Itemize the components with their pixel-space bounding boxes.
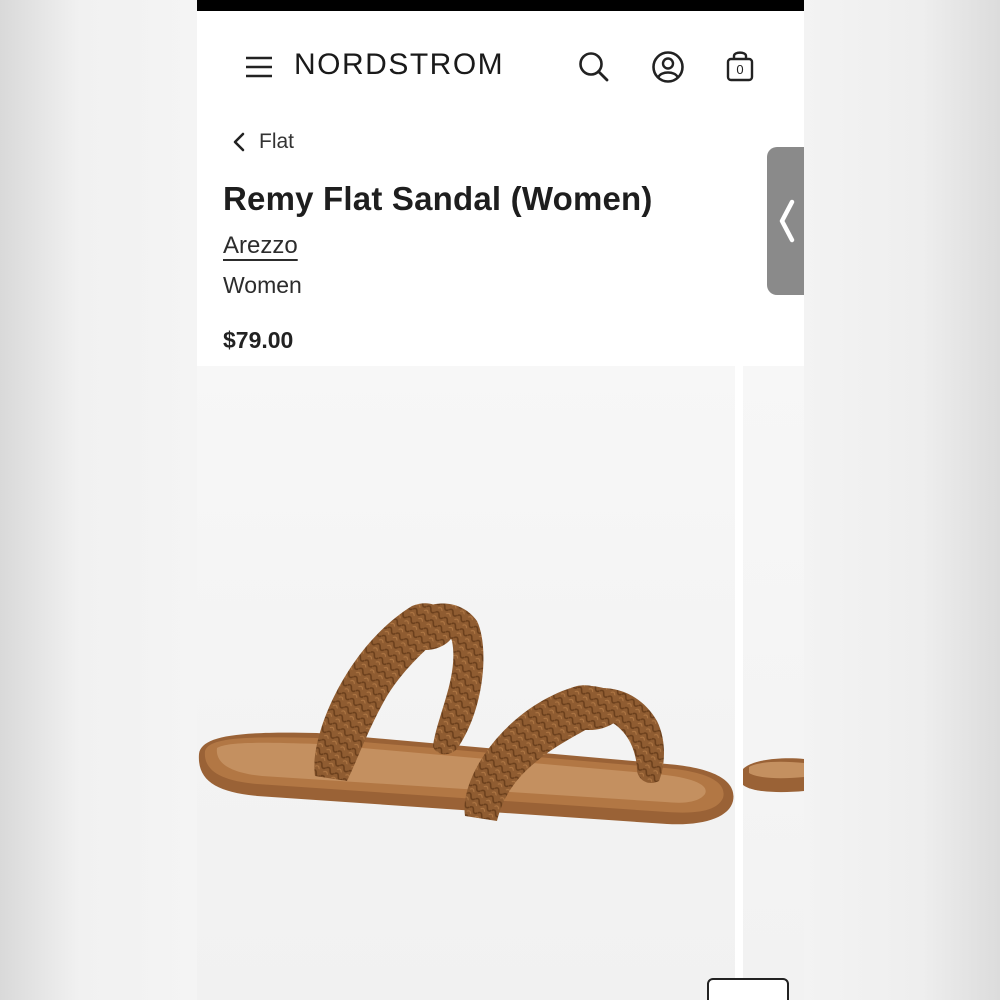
shopping-bag-icon[interactable]: 0	[725, 49, 759, 83]
background-right	[804, 0, 1000, 1000]
product-title: Remy Flat Sandal (Women)	[223, 180, 653, 217]
phone-screen: NORDSTROM 0 Flat Remy Flat Sandal (Women…	[197, 0, 804, 1000]
product-image-main[interactable]	[197, 366, 735, 1000]
sandal-image	[198, 603, 734, 825]
product-category: Women	[223, 272, 302, 298]
side-panel-tab[interactable]	[767, 147, 804, 295]
status-bar	[197, 0, 804, 11]
gallery-divider	[735, 366, 743, 1000]
account-icon[interactable]	[651, 50, 685, 84]
chevron-left-icon	[231, 132, 247, 152]
sandal-image	[743, 758, 804, 793]
site-header: NORDSTROM 0	[197, 11, 804, 121]
gallery-control-button[interactable]	[707, 978, 789, 1000]
chevron-left-icon	[779, 199, 795, 243]
breadcrumb-back-link[interactable]: Flat	[231, 128, 294, 156]
bag-count-badge: 0	[736, 62, 744, 77]
product-image-next[interactable]	[743, 366, 804, 1000]
product-price: $79.00	[223, 327, 294, 353]
breadcrumb-label: Flat	[259, 130, 295, 153]
nordstrom-logo[interactable]: NORDSTROM	[294, 48, 504, 82]
product-image-gallery[interactable]	[197, 366, 804, 1000]
search-icon[interactable]	[577, 50, 611, 84]
brand-link[interactable]: Arezzo	[223, 232, 298, 260]
hamburger-menu-icon[interactable]	[245, 54, 273, 80]
